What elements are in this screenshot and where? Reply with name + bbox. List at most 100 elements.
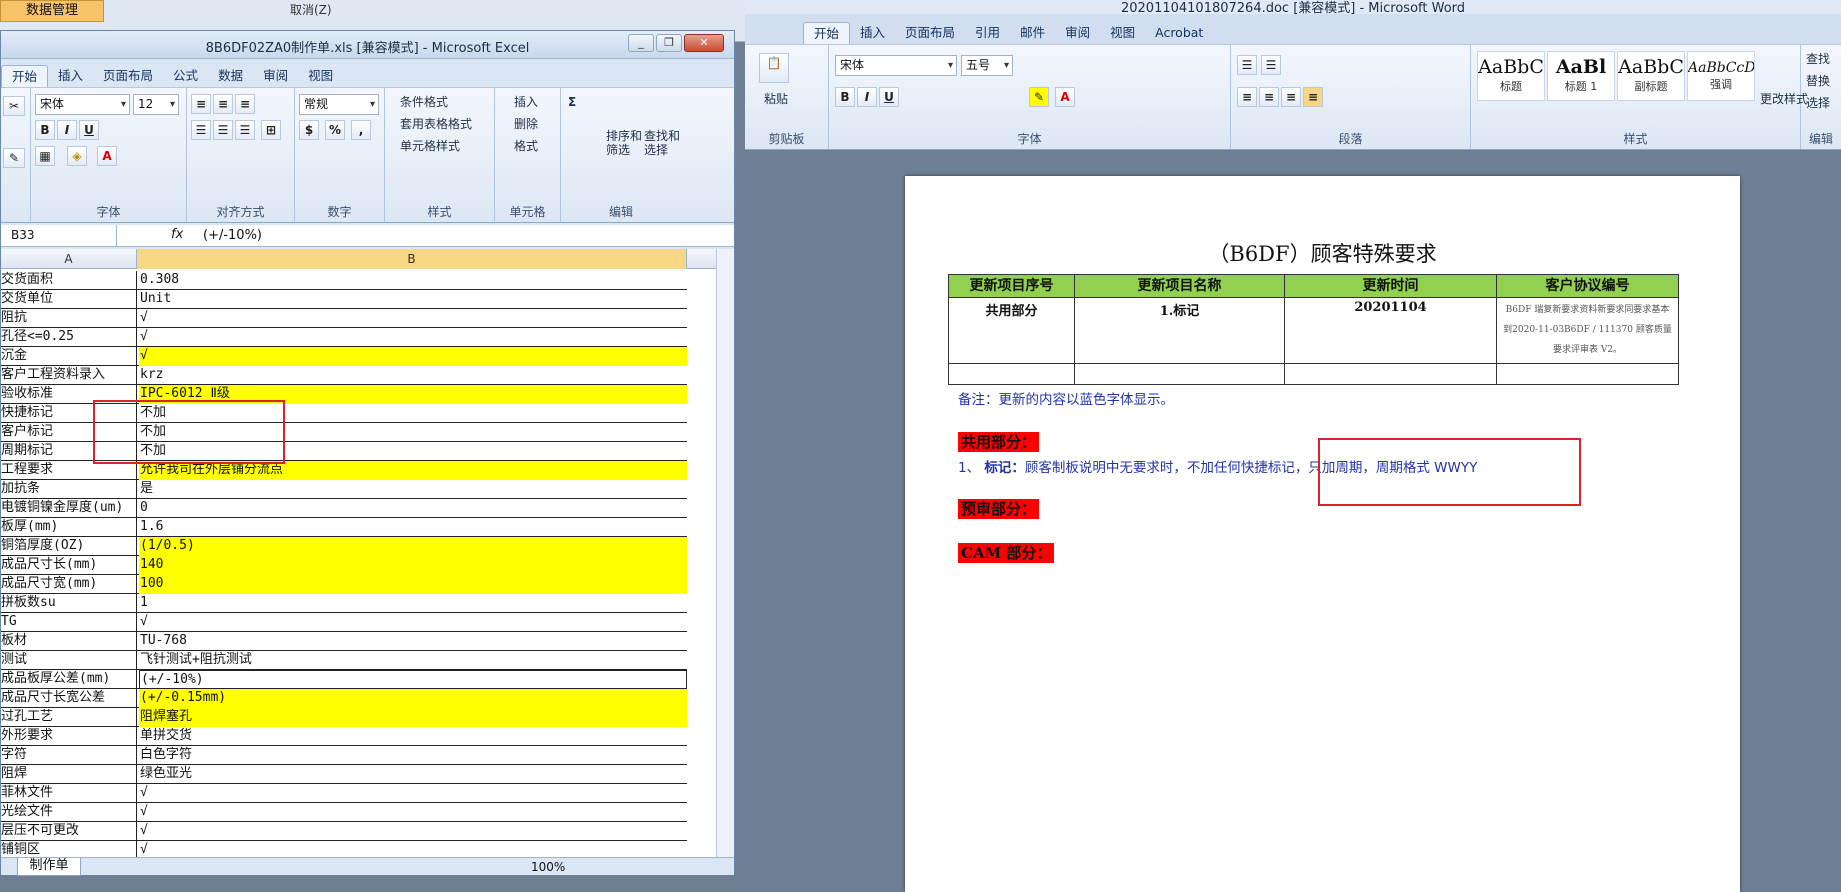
align-bottom-icon[interactable]: ≡ [235,94,255,114]
table-row[interactable]: 电镀铜镍金厚度(um) 0 [1,499,687,518]
table-row[interactable]: 过孔工艺 阻焊塞孔 [1,708,687,727]
cell-b[interactable]: 1 [139,594,687,613]
italic-icon[interactable]: I [57,120,77,140]
table-row[interactable]: 孔径<=0.25 √ [1,328,687,347]
cell-a[interactable]: 成品板厚公差(mm) [1,670,137,689]
word-tab-insert[interactable]: 插入 [850,22,895,44]
font-color-icon[interactable]: A [97,146,117,166]
cell-a[interactable]: 沉金 [1,347,137,366]
delete-button[interactable]: 删除 [513,114,539,134]
cell-styles-button[interactable]: 单元格样式 [399,136,461,156]
cell-b[interactable]: 白色字符 [139,746,687,765]
cell-a[interactable]: 加抗条 [1,480,137,499]
table-row[interactable]: 层压不可更改 √ [1,822,687,841]
cell-a[interactable]: 阻焊 [1,765,137,784]
merge-cells-icon[interactable]: ⊞ [261,120,281,140]
tab-home[interactable]: 开始 [1,65,49,87]
table-row[interactable]: 菲林文件 √ [1,784,687,803]
font-size-select[interactable]: 12 [133,94,179,115]
cell-b[interactable]: krz [139,366,687,385]
cell-b[interactable]: Unit [139,290,687,309]
bullets-icon[interactable]: ☰ [1237,55,1257,75]
align-top-icon[interactable]: ≡ [191,94,211,114]
align-middle-icon[interactable]: ≡ [213,94,233,114]
para-justify-icon[interactable]: ≡ [1303,87,1323,107]
insert-button[interactable]: 插入 [513,92,539,112]
cell-b[interactable]: √ [139,309,687,328]
table-row[interactable]: 拼板数su 1 [1,594,687,613]
cell-a[interactable]: 阻抗 [1,309,137,328]
cell-a[interactable]: 层压不可更改 [1,822,137,841]
cell-b[interactable]: 1.6 [139,518,687,537]
para-align-right-icon[interactable]: ≡ [1281,87,1301,107]
formula-input[interactable]: (+/-10%) [203,228,262,243]
tab-page-layout[interactable]: 页面布局 [93,65,163,87]
word-tab-references[interactable]: 引用 [965,22,1010,44]
sort-filter-button[interactable]: 排序和 筛选 [605,128,643,158]
percent-icon[interactable]: % [325,120,345,140]
font-name-select[interactable]: 宋体 [35,94,130,115]
fx-icon[interactable]: fx [171,227,183,242]
cell-a[interactable]: 交货面积 [1,271,137,290]
table-row[interactable]: 阻焊 绿色亚光 [1,765,687,784]
table-row[interactable]: 成品尺寸宽(mm) 100 [1,575,687,594]
para-align-left-icon[interactable]: ≡ [1237,87,1257,107]
fill-color-icon[interactable]: ◈ [67,146,87,166]
table-row[interactable]: 板厚(mm) 1.6 [1,518,687,537]
find-button[interactable]: 查找 [1805,49,1831,69]
bold-icon[interactable]: B [35,120,55,140]
table-row[interactable]: 板材 TU-768 [1,632,687,651]
word-tab-page-layout[interactable]: 页面布局 [895,22,965,44]
cell-a[interactable]: 成品尺寸长宽公差 [1,689,137,708]
cell-a[interactable]: 菲林文件 [1,784,137,803]
table-row[interactable]: 外形要求 单拼交货 [1,727,687,746]
word-font-color-icon[interactable]: A [1055,87,1075,107]
tab-formulas[interactable]: 公式 [163,65,208,87]
vertical-scrollbar[interactable] [716,249,734,859]
table-row[interactable]: 成品板厚公差(mm) (+/-10%) [1,670,687,689]
table-row[interactable]: 成品尺寸长宽公差 (+/-0.15mm) [1,689,687,708]
cell-a[interactable]: 成品尺寸宽(mm) [1,575,137,594]
format-painter-icon[interactable]: ✎ [3,148,25,168]
cell-a[interactable]: TG [1,613,137,632]
cell-a[interactable]: 过孔工艺 [1,708,137,727]
table-row[interactable]: 成品尺寸长(mm) 140 [1,556,687,575]
cell-a[interactable]: 测试 [1,651,137,670]
minimize-button[interactable]: _ [628,34,654,52]
word-font-name-select[interactable]: 宋体 [835,55,957,76]
autosum-icon[interactable]: Σ [567,92,577,112]
borders-icon[interactable]: ▦ [35,146,55,166]
column-header-a[interactable]: A [1,249,137,269]
table-row[interactable]: 字符 白色字符 [1,746,687,765]
cell-b[interactable]: 阻焊塞孔 [139,708,687,727]
underline-icon[interactable]: U [79,120,99,140]
word-underline-icon[interactable]: U [879,87,899,107]
cell-a[interactable]: 成品尺寸长(mm) [1,556,137,575]
sheet-tab[interactable]: 制作单 [17,858,81,876]
table-row[interactable]: 加抗条是 [1,480,687,499]
cell-b[interactable]: 飞针测试+阻抗测试 [139,651,687,670]
word-italic-icon[interactable]: I [857,87,877,107]
conditional-format-button[interactable]: 条件格式 [399,92,449,112]
word-tab-acrobat[interactable]: Acrobat [1145,22,1213,44]
cell-a[interactable]: 电镀铜镍金厚度(um) [1,499,137,518]
style-subtitle[interactable]: AaBbC 副标题 [1617,51,1685,101]
cell-a[interactable]: 交货单位 [1,290,137,309]
word-bold-icon[interactable]: B [835,87,855,107]
cell-a[interactable]: 铜箔厚度(OZ) [1,537,137,556]
numbering-icon[interactable]: ☰ [1261,55,1281,75]
spreadsheet-grid[interactable]: A B 交货面积 0.308 交货单位 Unit 阻抗 √ 孔径<=0.25 √ 沉金 √ 客户工程… [1,249,716,859]
select-button[interactable]: 选择 [1805,93,1831,113]
cut-icon[interactable]: ✂ [3,96,25,116]
cell-b[interactable]: 是 [139,480,687,499]
number-format-select[interactable]: 常规 [299,94,379,115]
currency-icon[interactable]: $ [299,120,319,140]
cell-a[interactable]: 外形要求 [1,727,137,746]
paste-icon[interactable]: 📋 [759,53,789,83]
cell-b[interactable]: 单拼交货 [139,727,687,746]
restore-button[interactable]: ❐ [656,34,682,52]
align-left-icon[interactable]: ☰ [191,120,211,140]
tab-review[interactable]: 审阅 [253,65,298,87]
word-tab-mailings[interactable]: 邮件 [1010,22,1055,44]
style-title[interactable]: AaBbC 标题 [1477,51,1545,101]
